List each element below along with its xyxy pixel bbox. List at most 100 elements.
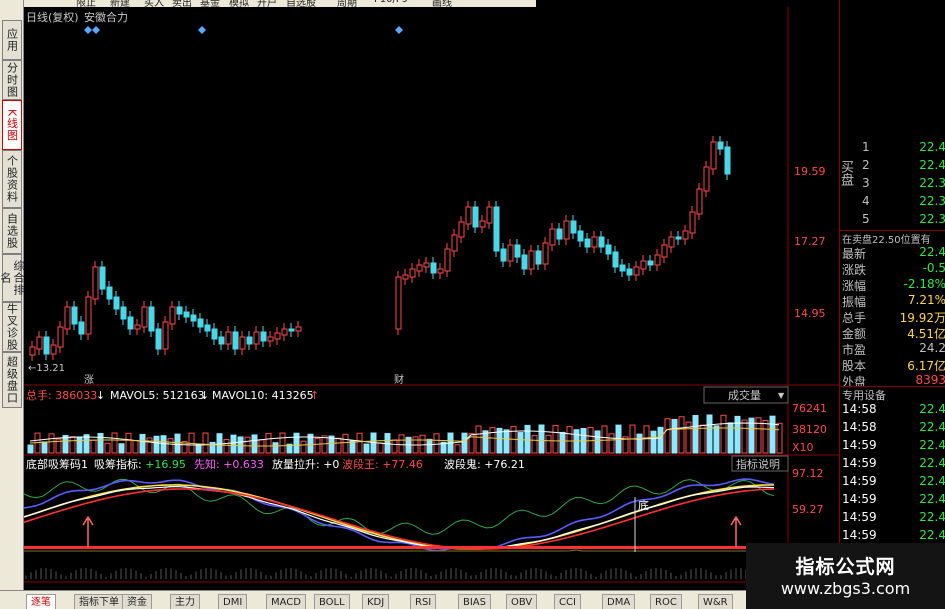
candle-body[interactable] (535, 250, 542, 265)
candle-body[interactable] (295, 326, 302, 332)
volume-bar[interactable] (167, 438, 174, 454)
candle-body[interactable] (162, 321, 169, 350)
volume-bar[interactable] (531, 435, 538, 454)
candle-body[interactable] (612, 251, 619, 268)
buy-row[interactable]: 2 22.4 (840, 158, 945, 176)
volume-bar[interactable] (734, 415, 741, 454)
volume-bar[interactable] (391, 439, 398, 454)
volume-bar[interactable] (97, 432, 104, 454)
volume-bar[interactable] (48, 433, 55, 454)
bottom-tab[interactable]: 指标下单 (74, 594, 124, 609)
volume-bar[interactable] (160, 435, 167, 454)
candle-body[interactable] (99, 266, 106, 290)
candle-body[interactable] (281, 328, 288, 336)
candle-body[interactable] (274, 332, 281, 340)
volume-bar[interactable] (608, 433, 615, 454)
bottom-tab[interactable]: W&R (698, 594, 733, 609)
volume-bar[interactable] (517, 432, 524, 454)
candle-body[interactable] (64, 306, 71, 330)
candle-body[interactable] (465, 206, 472, 225)
side-tab[interactable]: 应用 (2, 20, 22, 60)
bottom-tab[interactable]: ROC (650, 594, 682, 609)
candle-body[interactable] (605, 244, 612, 255)
volume-bar[interactable] (461, 432, 468, 454)
candle-body[interactable] (134, 324, 141, 330)
menu-item[interactable]: 新建 (110, 0, 130, 7)
candle-body[interactable] (183, 311, 190, 318)
candle-body[interactable] (514, 244, 521, 258)
volume-bar[interactable] (524, 424, 531, 454)
candle-body[interactable] (232, 331, 239, 350)
volume-bar[interactable] (601, 425, 608, 454)
volume-bar[interactable] (139, 433, 146, 454)
bottom-tab[interactable]: DMI (218, 594, 248, 609)
side-tab[interactable]: K线图 (2, 100, 22, 150)
volume-bar[interactable] (566, 426, 573, 454)
volume-bar[interactable] (650, 430, 657, 454)
menu-item[interactable]: 限止 (76, 0, 96, 7)
volume-bar[interactable] (244, 436, 251, 454)
chevron-down-icon[interactable]: ▼ (778, 391, 785, 400)
candle-body[interactable] (724, 146, 731, 175)
candle-body[interactable] (493, 206, 500, 252)
candle-body[interactable] (148, 306, 155, 332)
candle-body[interactable] (416, 264, 423, 272)
volume-bar[interactable] (426, 438, 433, 454)
menu-item[interactable]: 开户 (257, 0, 277, 7)
candle-body[interactable] (549, 228, 556, 246)
menu-item[interactable]: 画线 (432, 0, 452, 7)
volume-bar[interactable] (293, 432, 300, 454)
candle-body[interactable] (402, 274, 409, 280)
candle-body[interactable] (668, 236, 675, 248)
bottom-tab[interactable]: DMA (602, 594, 636, 609)
volume-bar[interactable] (741, 419, 748, 454)
volume-bar[interactable] (125, 432, 132, 454)
candle-body[interactable] (584, 238, 591, 248)
volume-bar[interactable] (489, 427, 496, 454)
volume-bar[interactable] (356, 432, 363, 454)
bottom-tab[interactable]: CCI (554, 594, 581, 609)
candle-body[interactable] (619, 264, 626, 272)
bottom-tab[interactable]: OBV (506, 594, 538, 609)
volume-bar[interactable] (104, 442, 111, 454)
volume-bar[interactable] (342, 433, 349, 454)
volume-bar[interactable] (643, 425, 650, 454)
candle-body[interactable] (647, 260, 654, 266)
volume-bar[interactable] (664, 418, 671, 454)
volume-bar[interactable] (174, 433, 181, 454)
candle-body[interactable] (437, 268, 444, 274)
volume-bar[interactable] (272, 442, 279, 454)
candle-body[interactable] (260, 331, 267, 342)
candle-body[interactable] (430, 262, 437, 274)
menu-item[interactable]: 模拟 (229, 0, 249, 7)
volume-bar[interactable] (265, 433, 272, 454)
candle-body[interactable] (486, 206, 493, 224)
volume-bar[interactable] (363, 443, 370, 454)
candle-body[interactable] (570, 220, 577, 234)
candle-body[interactable] (661, 244, 668, 258)
volume-bar[interactable] (433, 433, 440, 454)
bottom-tab[interactable]: MACD (266, 594, 306, 609)
candle-body[interactable] (85, 296, 92, 335)
volume-bar[interactable] (636, 433, 643, 454)
candle-body[interactable] (395, 276, 402, 330)
candle-body[interactable] (29, 346, 36, 356)
volume-bar[interactable] (769, 415, 776, 454)
volume-bar[interactable] (699, 424, 706, 454)
volume-bar[interactable] (41, 441, 48, 454)
candle-body[interactable] (451, 234, 458, 252)
candle-body[interactable] (36, 336, 43, 350)
kline-chart[interactable]: 日线(复权) 安徽合力 ←13.21 涨 财 19.59 17.27 14.95… (23, 7, 839, 598)
volume-bar[interactable] (279, 432, 286, 454)
candle-body[interactable] (577, 230, 584, 242)
candle-body[interactable] (640, 260, 647, 270)
volume-bar[interactable] (223, 439, 230, 454)
bottom-tab[interactable]: 资金 (122, 594, 152, 609)
volume-bar[interactable] (720, 414, 727, 454)
volume-bar[interactable] (545, 434, 552, 454)
menu-item[interactable]: 买入 (144, 0, 164, 7)
candle-body[interactable] (211, 328, 218, 340)
candle-body[interactable] (120, 306, 127, 320)
volume-bar[interactable] (321, 435, 328, 454)
volume-bar[interactable] (132, 440, 139, 454)
